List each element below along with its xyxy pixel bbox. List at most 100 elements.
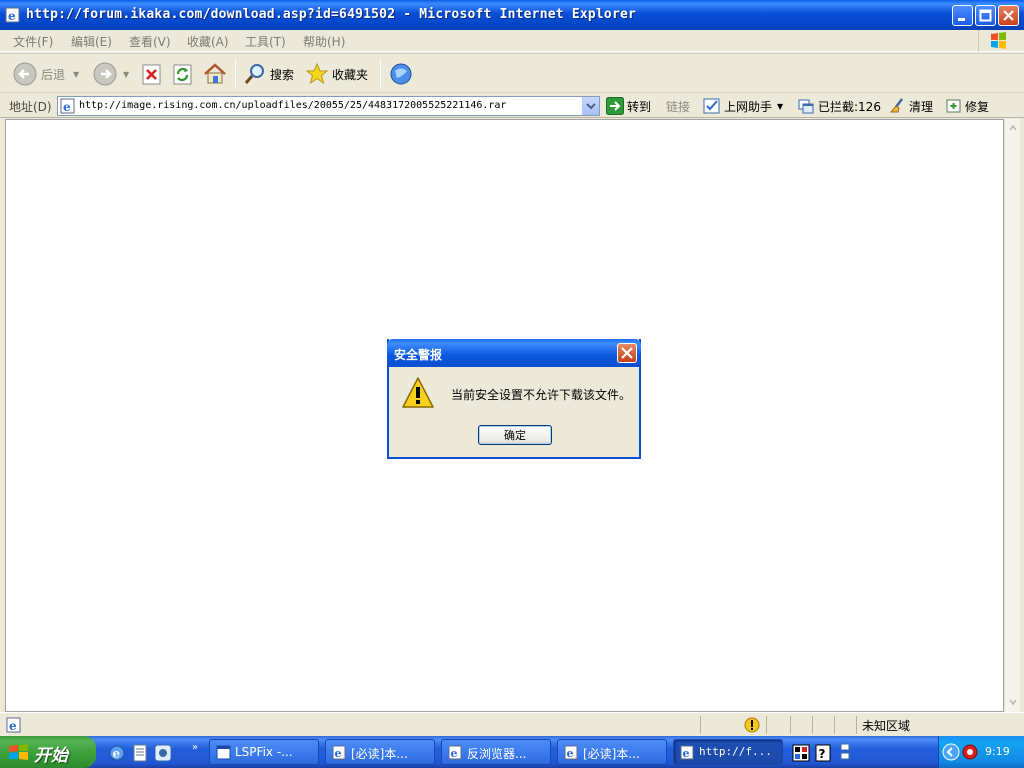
quicklaunch-media-icon[interactable]	[154, 744, 172, 762]
dialog-title: 安全警报	[394, 348, 443, 362]
standard-toolbar: 后退 ▼ ▼ 搜索 收藏夹	[0, 53, 1024, 93]
address-dropdown-button[interactable]	[582, 97, 599, 115]
toolbar-separator	[380, 60, 381, 88]
broom-icon	[889, 98, 903, 113]
minimize-icon	[958, 18, 965, 21]
antivirus-tray-icon[interactable]	[961, 743, 979, 761]
svg-text:e: e	[451, 747, 458, 760]
info-warning-icon[interactable]	[744, 717, 760, 733]
links-button[interactable]: 链接	[660, 97, 690, 115]
go-button[interactable]: 转到	[606, 97, 651, 115]
page-status-icon: e	[6, 717, 21, 733]
links-label: 链接	[666, 99, 691, 114]
system-tray: 9:19	[938, 736, 1024, 768]
search-button[interactable]: 搜索	[243, 60, 294, 88]
assistant-check-icon	[703, 98, 720, 114]
scroll-down-icon[interactable]	[1006, 695, 1020, 709]
maximize-button[interactable]	[975, 5, 996, 26]
vertical-scrollbar[interactable]	[1004, 119, 1020, 712]
blocked-count-label: 已拦截:126	[818, 99, 881, 114]
menu-file[interactable]: 文件(F)	[13, 33, 53, 50]
quicklaunch-ie-icon[interactable]: e	[108, 744, 126, 762]
svg-text:e: e	[335, 747, 342, 760]
warning-icon	[402, 377, 434, 408]
quicklaunch-document-icon[interactable]	[132, 744, 148, 762]
task-label: LSPFix -...	[235, 745, 293, 759]
tray-app-icon[interactable]	[792, 744, 810, 762]
windows-flag-icon	[9, 744, 28, 760]
help-icon[interactable]: ?	[815, 744, 831, 762]
back-label: 后退	[41, 67, 66, 82]
popup-blocker-icon	[798, 99, 814, 114]
task-readme-1[interactable]: e [必读]本...	[325, 739, 435, 765]
dialog-titlebar[interactable]: 安全警报	[387, 339, 641, 367]
security-alert-dialog: 安全警报 当前安全设置不允许下载该文件。 确定	[387, 339, 641, 459]
quicklaunch-expand-icon[interactable]: »	[192, 742, 198, 753]
task-anti-browser[interactable]: e 反浏览器...	[441, 739, 551, 765]
close-icon	[1003, 10, 1014, 21]
media-button[interactable]	[389, 60, 413, 88]
clock: 9:19	[985, 745, 1010, 758]
task-label: [必读]本...	[351, 747, 408, 761]
dialog-close-button[interactable]	[617, 343, 637, 363]
close-button[interactable]	[998, 5, 1019, 26]
ok-button[interactable]: 确定	[478, 425, 552, 445]
status-pane	[766, 716, 767, 734]
favorites-label: 收藏夹	[332, 67, 369, 82]
search-icon	[244, 64, 264, 84]
menu-view[interactable]: 查看(V)	[129, 33, 171, 50]
address-input[interactable]: e http://image.rising.com.cn/uploadfiles…	[57, 96, 600, 116]
svg-text:e: e	[9, 719, 17, 733]
tray-network-icon[interactable]	[838, 742, 852, 762]
menu-help[interactable]: 帮助(H)	[303, 33, 345, 50]
ie-page-icon: e	[564, 745, 578, 760]
forward-dropdown-icon[interactable]: ▼	[123, 70, 129, 79]
search-label: 搜索	[270, 67, 295, 82]
back-button[interactable]: 后退 ▼	[12, 60, 79, 88]
task-lspfix[interactable]: LSPFix -...	[209, 739, 319, 765]
refresh-button[interactable]	[172, 60, 194, 88]
scroll-up-icon[interactable]	[1006, 121, 1020, 135]
window-titlebar[interactable]: e http://forum.ikaka.com/download.asp?id…	[0, 0, 1024, 30]
go-arrow-icon	[606, 97, 624, 115]
tray-expand-icon[interactable]	[942, 743, 960, 761]
minimize-button[interactable]	[952, 5, 973, 26]
status-pane	[790, 716, 791, 734]
go-label: 转到	[627, 99, 652, 114]
taskbar: 开始 e » LSPFix -... e [必读]本... e 反浏览器... …	[0, 736, 1024, 768]
task-readme-2[interactable]: e [必读]本...	[557, 739, 667, 765]
dialog-message: 当前安全设置不允许下载该文件。	[451, 388, 632, 402]
menu-favorites[interactable]: 收藏(A)	[187, 33, 229, 50]
menu-edit[interactable]: 编辑(E)	[71, 33, 112, 50]
clean-button[interactable]: 清理	[888, 97, 933, 115]
forward-button[interactable]: ▼	[92, 60, 129, 88]
address-url: http://image.rising.com.cn/uploadfiles/2…	[79, 100, 507, 111]
repair-button[interactable]: 修复	[946, 97, 989, 115]
menu-tools[interactable]: 工具(T)	[245, 33, 286, 50]
home-button[interactable]	[203, 60, 227, 88]
ie-page-icon: e	[448, 745, 462, 760]
svg-text:e: e	[63, 100, 71, 114]
status-pane	[700, 716, 701, 734]
start-button[interactable]: 开始	[0, 736, 96, 768]
address-label: 地址(D)	[9, 100, 52, 114]
toolbar-separator	[235, 60, 236, 88]
ie-page-icon: e	[332, 745, 346, 760]
refresh-icon	[173, 64, 192, 85]
favorites-button[interactable]: 收藏夹	[305, 60, 368, 88]
page-icon: e	[60, 98, 75, 114]
home-icon	[204, 63, 226, 84]
assistant-button[interactable]: 上网助手 ▼	[703, 97, 783, 115]
task-ikaka-download[interactable]: e http://f...	[673, 739, 783, 765]
back-arrow-icon	[13, 62, 37, 86]
blocked-popups-button[interactable]: 已拦截:126	[797, 97, 881, 115]
stop-button[interactable]	[141, 60, 163, 88]
task-label: http://f...	[699, 745, 772, 758]
stop-icon	[142, 64, 161, 85]
back-dropdown-icon[interactable]: ▼	[73, 70, 79, 79]
assistant-dropdown-icon[interactable]: ▼	[777, 102, 783, 111]
svg-text:?: ?	[819, 747, 826, 761]
media-globe-icon	[390, 63, 412, 85]
svg-text:e: e	[8, 9, 16, 23]
status-pane	[812, 716, 813, 734]
